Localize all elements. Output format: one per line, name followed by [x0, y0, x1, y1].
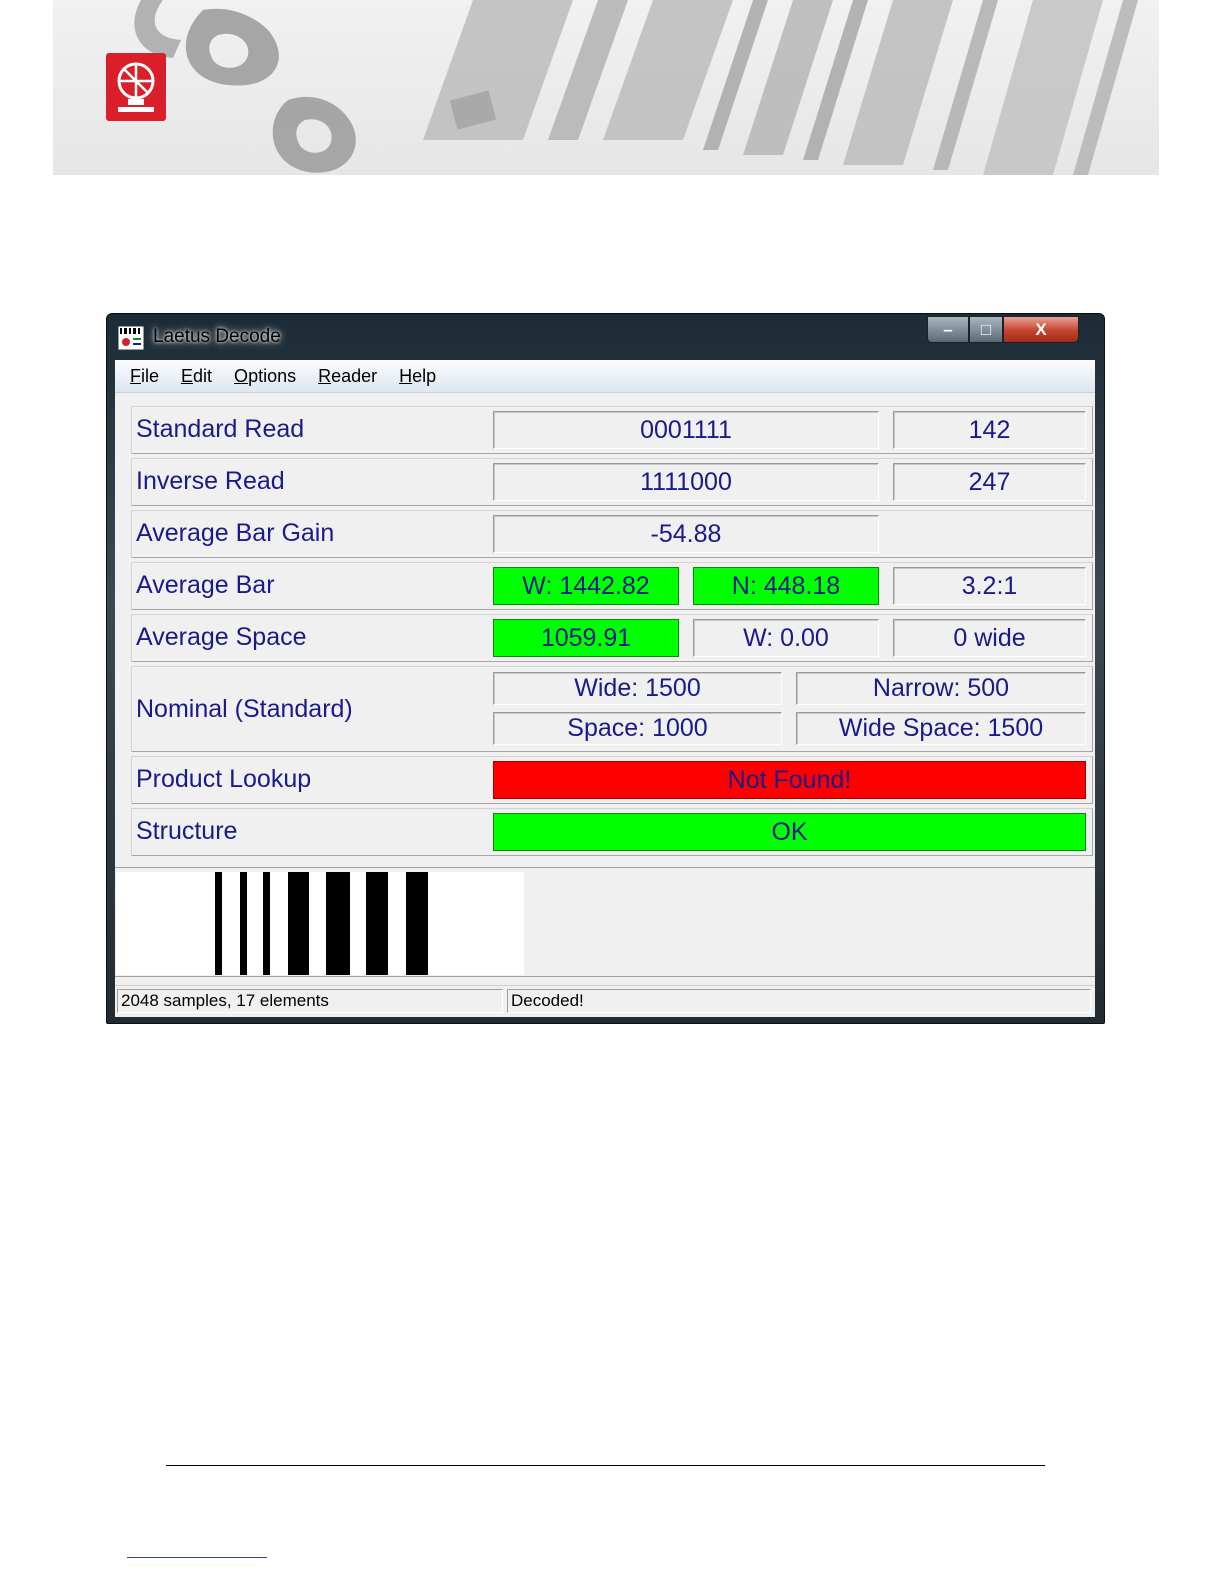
structure-label: Structure	[136, 817, 238, 845]
product-lookup-status: Not Found!	[493, 761, 1086, 799]
barcode-image	[116, 872, 524, 975]
menu-file-accel: F	[130, 365, 141, 386]
banner-barcode-graphic	[134, 0, 1138, 175]
row-average-bar: Average Bar W: 1442.82 N: 448.18 3.2:1	[131, 562, 1093, 610]
menu-options-label: ptions	[248, 365, 297, 386]
title-bar[interactable]: Laetus Decode – □ X	[107, 314, 1104, 360]
menu-edit[interactable]: Edit	[170, 366, 223, 387]
minimize-button[interactable]: –	[927, 316, 969, 343]
app-icon	[118, 326, 144, 350]
menu-reader[interactable]: Reader	[307, 366, 388, 387]
menu-bar: File Edit Options Reader Help	[115, 360, 1095, 393]
nominal-narrow: Narrow: 500	[796, 672, 1086, 705]
window-title: Laetus Decode	[153, 326, 281, 347]
inverse-read-count: 247	[893, 463, 1086, 501]
client-area: File Edit Options Reader Help Standard R…	[115, 360, 1095, 1017]
average-bar-narrow: N: 448.18	[693, 567, 879, 605]
status-bar: 2048 samples, 17 elements Decoded!	[115, 985, 1095, 1016]
logo-emblem-icon	[117, 62, 155, 112]
average-bar-ratio: 3.2:1	[893, 567, 1086, 605]
row-average-space: Average Space 1059.91 W: 0.00 0 wide	[131, 614, 1093, 662]
footer-link-underline[interactable]	[127, 1557, 267, 1558]
nominal-label: Nominal (Standard)	[136, 695, 353, 723]
status-samples: 2048 samples, 17 elements	[117, 989, 503, 1013]
menu-file-label: ile	[141, 365, 160, 386]
barcode-bar	[366, 872, 388, 975]
row-average-bar-gain: Average Bar Gain -54.88	[131, 510, 1093, 558]
barcode-bar	[215, 872, 222, 975]
menu-edit-accel: E	[181, 365, 194, 386]
minimize-icon: –	[943, 319, 953, 339]
nominal-space: Space: 1000	[493, 712, 782, 745]
average-bar-wide: W: 1442.82	[493, 567, 679, 605]
menu-reader-accel: R	[318, 365, 332, 386]
maximize-icon: □	[980, 319, 992, 339]
barcode-bar	[263, 872, 270, 975]
structure-status: OK	[493, 813, 1086, 851]
average-space-value: 1059.91	[493, 619, 679, 657]
standard-read-count: 142	[893, 411, 1086, 449]
nominal-wide: Wide: 1500	[493, 672, 782, 705]
menu-help-label: elp	[412, 365, 437, 386]
row-inverse-read: Inverse Read 1111000 247	[131, 458, 1093, 506]
menu-reader-label: eader	[331, 365, 378, 386]
average-space-label: Average Space	[136, 623, 307, 651]
barcode-preview-area	[115, 867, 1095, 977]
menu-help[interactable]: Help	[388, 366, 447, 387]
average-bar-label: Average Bar	[136, 571, 275, 599]
product-lookup-label: Product Lookup	[136, 765, 312, 793]
row-structure: Structure OK	[131, 808, 1093, 856]
menu-file[interactable]: File	[115, 366, 170, 387]
menu-edit-label: dit	[193, 365, 213, 386]
menu-help-accel: H	[399, 365, 413, 386]
row-nominal-standard: Nominal (Standard) Wide: 1500 Narrow: 50…	[131, 666, 1093, 752]
laetus-decode-window: Laetus Decode – □ X File Edit Options Re…	[106, 313, 1105, 1024]
maximize-button[interactable]: □	[969, 316, 1003, 343]
row-standard-read: Standard Read 0001111 142	[131, 406, 1093, 454]
barcode-bar	[326, 872, 350, 975]
company-logo	[106, 53, 166, 121]
average-bar-gain-label: Average Bar Gain	[136, 519, 335, 547]
standard-read-label: Standard Read	[136, 415, 305, 443]
document-header-banner	[53, 0, 1159, 175]
barcode-bar	[240, 872, 247, 975]
barcode-bar	[288, 872, 309, 975]
barcode-bar	[406, 872, 428, 975]
nominal-wide-space: Wide Space: 1500	[796, 712, 1086, 745]
menu-options-accel: O	[234, 365, 249, 386]
row-product-lookup: Product Lookup Not Found!	[131, 756, 1093, 804]
inverse-read-label: Inverse Read	[136, 467, 285, 495]
average-bar-gain-value: -54.88	[493, 515, 879, 553]
inverse-read-value: 1111000	[493, 463, 879, 501]
standard-read-value: 0001111	[493, 411, 879, 449]
close-button[interactable]: X	[1003, 316, 1079, 343]
window-controls: – □ X	[927, 316, 1079, 344]
menu-options[interactable]: Options	[223, 366, 307, 387]
footer-divider	[166, 1465, 1045, 1466]
close-icon: X	[1035, 319, 1047, 339]
average-space-wide: W: 0.00	[693, 619, 879, 657]
status-result: Decoded!	[507, 989, 1091, 1013]
average-space-wide-count: 0 wide	[893, 619, 1086, 657]
